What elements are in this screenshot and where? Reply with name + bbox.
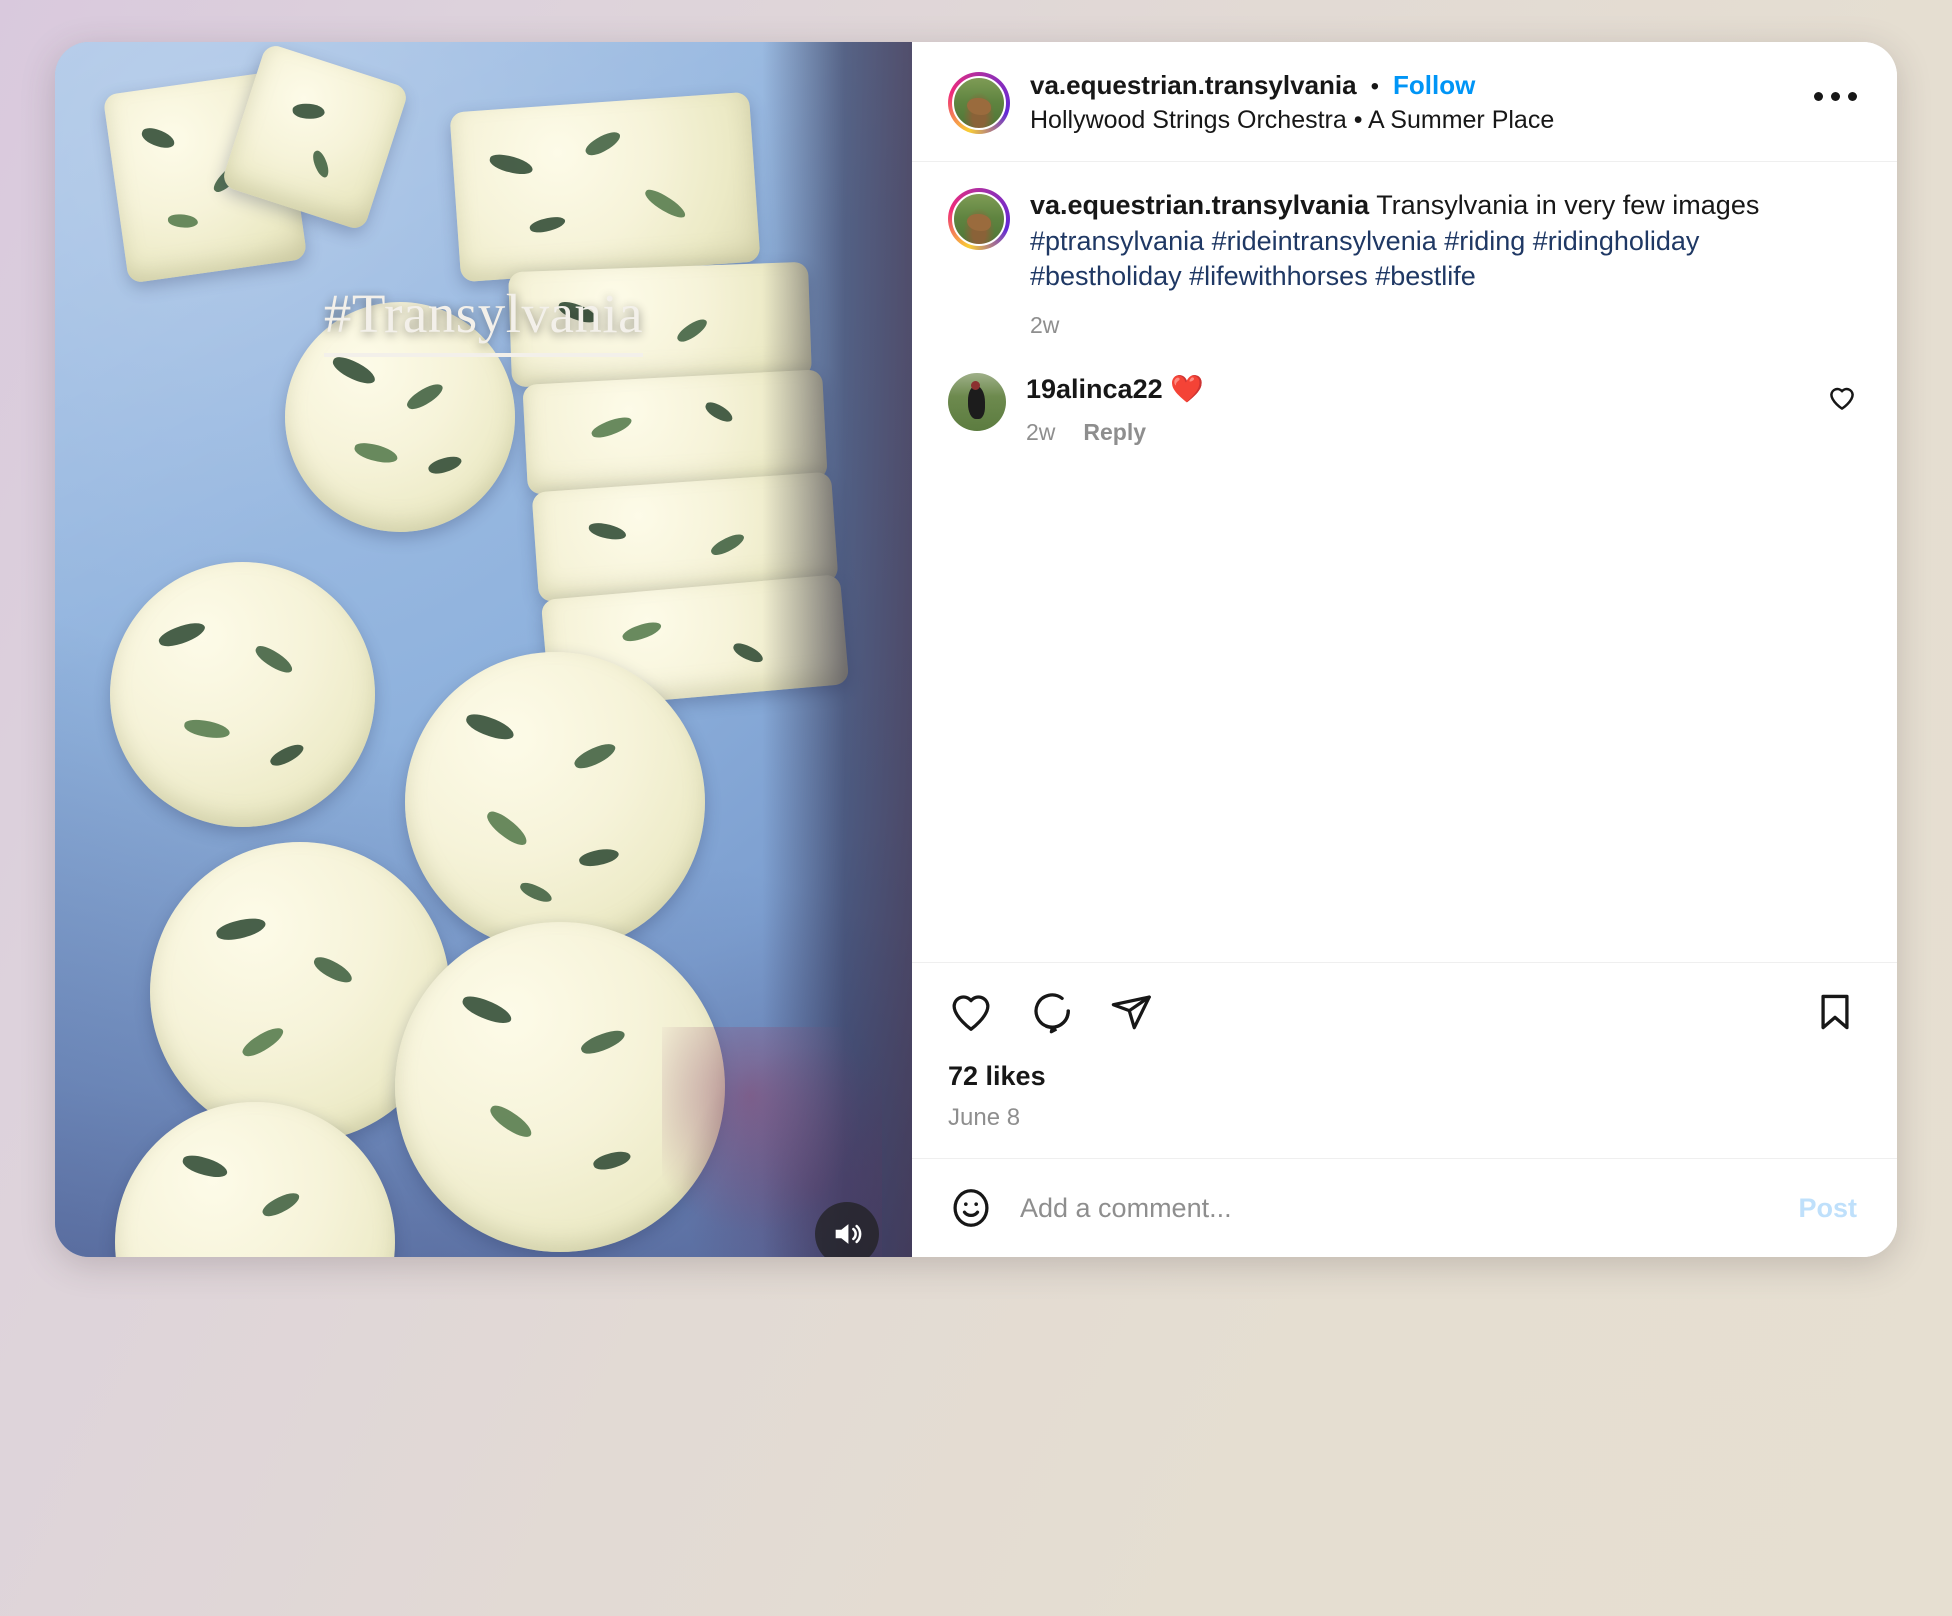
save-button[interactable] [1813,990,1857,1034]
caption-hashtags[interactable]: #ptransylvania #rideintransylvenia #ridi… [1030,226,1699,292]
caption-avatar[interactable] [948,188,1010,250]
caption-body: Transylvania in very few images [1376,190,1760,220]
comment-emoji: ❤️ [1170,373,1204,404]
post-comment-button[interactable]: Post [1798,1193,1857,1224]
video-overlay-caption-text: #Transylvania [323,283,644,357]
comment-row: 19alinca22 ❤️ 2w Reply [948,372,1857,446]
caption-username[interactable]: va.equestrian.transylvania [1030,190,1369,220]
caption-timestamp: 2w [1030,311,1060,338]
heart-outline-icon [952,995,990,1031]
post-sidebar: va.equestrian.transylvania • Follow Holl… [912,42,1897,1257]
audio-toggle-button[interactable] [815,1202,879,1257]
likes-count[interactable]: 72 likes [948,1061,1857,1092]
smiley-face-icon [953,1189,989,1227]
comment-button[interactable] [1028,989,1074,1035]
heart-outline-icon [1830,387,1854,410]
instagram-post-card: #Transylvania va.equestrian.transylvania… [55,42,1897,1257]
comment-input[interactable] [1020,1192,1773,1224]
post-action-bar: 72 likes June 8 [912,962,1897,1132]
post-media[interactable]: #Transylvania [55,42,912,1257]
caption-text-block: va.equestrian.transylvania Transylvania … [1030,188,1857,295]
speech-bubble-icon [1034,993,1070,1034]
comment-text: 19alinca22 ❤️ [1026,373,1807,405]
story-ring-avatar[interactable] [948,71,1010,134]
butter-piece [449,91,761,283]
speaker-on-icon [835,1224,862,1244]
follow-button[interactable]: Follow [1393,70,1475,101]
post-date: June 8 [948,1104,1021,1131]
paper-plane-icon [1111,995,1151,1030]
caption-row: va.equestrian.transylvania Transylvania … [948,188,1857,339]
emoji-picker-button[interactable] [948,1185,994,1231]
comment-reply-button[interactable]: Reply [1083,419,1146,446]
audio-track-label[interactable]: Hollywood Strings Orchestra • A Summer P… [1030,106,1554,135]
comments-list: va.equestrian.transylvania Transylvania … [912,162,1897,962]
ellipsis-icon[interactable] [1814,70,1857,101]
bookmark-outline-icon [1821,994,1849,1030]
butter-round [110,562,375,827]
comment-timestamp: 2w [1026,418,1056,445]
share-button[interactable] [1108,989,1154,1035]
like-button[interactable] [948,989,994,1035]
avatar-image [952,75,1006,130]
avatar-image [952,192,1006,246]
comment-username[interactable]: 19alinca22 [1026,374,1163,404]
header-separator: • [1370,73,1380,100]
header-username[interactable]: va.equestrian.transylvania [1030,70,1357,101]
comment-like-button[interactable] [1827,373,1857,418]
butter-round [405,652,705,952]
post-header: va.equestrian.transylvania • Follow Holl… [912,42,1897,162]
video-overlay-caption: #Transylvania [55,282,912,357]
commenter-avatar[interactable] [948,372,1006,431]
add-comment-bar: Post [912,1158,1897,1257]
